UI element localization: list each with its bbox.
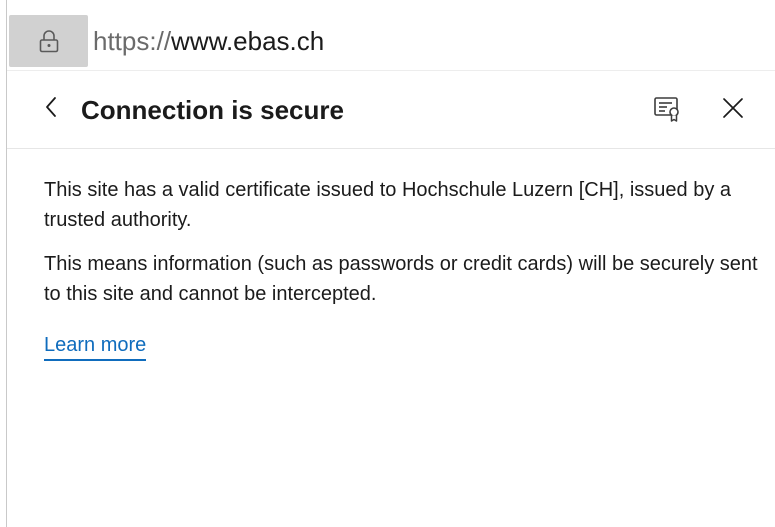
site-info-button[interactable]: [9, 15, 88, 67]
close-button[interactable]: [713, 91, 753, 129]
site-info-window: https://www.ebas.ch Connection is secure: [0, 0, 775, 527]
flyout-header: Connection is secure: [7, 71, 775, 149]
view-certificate-button[interactable]: [648, 91, 688, 129]
lock-icon: [38, 29, 60, 53]
chevron-left-icon: [43, 95, 59, 124]
address-bar: https://www.ebas.ch: [7, 0, 775, 70]
close-icon: [721, 96, 745, 125]
flyout-title: Connection is secure: [81, 95, 344, 125]
security-explanation: This means information (such as password…: [44, 253, 758, 305]
address-url[interactable]: https://www.ebas.ch: [93, 24, 324, 58]
certificate-description: This site has a valid certificate issued…: [44, 179, 731, 231]
url-domain: www.ebas.ch: [171, 26, 325, 56]
certificate-icon: [653, 93, 683, 128]
flyout-body: This site has a valid certificate issued…: [44, 175, 764, 361]
connection-info-flyout: Connection is secure This site has a val…: [7, 70, 775, 527]
url-scheme: https://: [93, 26, 172, 56]
learn-more-link[interactable]: Learn more: [44, 331, 147, 361]
back-button[interactable]: [35, 93, 67, 125]
